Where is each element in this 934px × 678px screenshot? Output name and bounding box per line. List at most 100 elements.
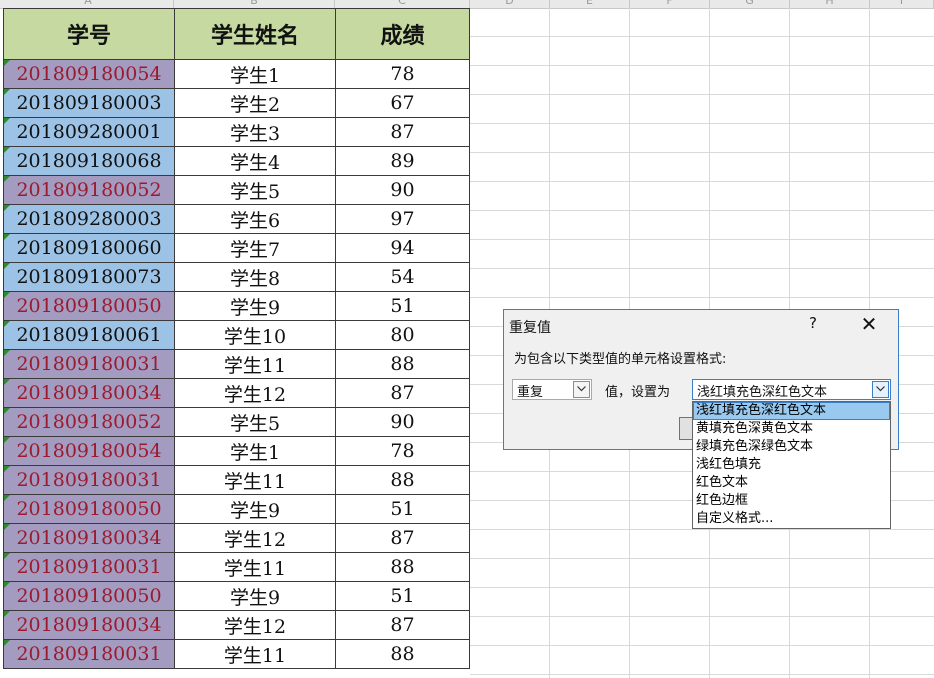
student-name-cell[interactable]: 学生12 (174, 523, 336, 553)
table-row: 201809180054 学生1 78 (3, 436, 470, 466)
student-name-cell[interactable]: 学生6 (174, 204, 336, 234)
score-cell[interactable]: 87 (335, 378, 470, 408)
student-id-cell[interactable]: 201809180061 (3, 320, 175, 350)
student-name-cell[interactable]: 学生11 (174, 465, 336, 495)
student-name-cell[interactable]: 学生5 (174, 175, 336, 205)
header-cell-student-name[interactable]: 学生姓名 (174, 8, 336, 60)
header-cell-score[interactable]: 成绩 (335, 8, 470, 60)
score-cell[interactable]: 88 (335, 349, 470, 379)
score-cell[interactable]: 51 (335, 291, 470, 321)
student-id-cell[interactable]: 201809180052 (3, 175, 175, 205)
student-id-cell[interactable]: 201809180060 (3, 233, 175, 263)
column-header-h[interactable]: H (790, 0, 870, 8)
score-cell[interactable]: 87 (335, 117, 470, 147)
column-header-f[interactable]: F (630, 0, 710, 8)
student-name-cell[interactable]: 学生9 (174, 494, 336, 524)
student-id-cell[interactable]: 201809180050 (3, 291, 175, 321)
chevron-down-icon[interactable] (872, 381, 889, 398)
score-cell[interactable]: 90 (335, 407, 470, 437)
table-row: 201809180061 学生10 80 (3, 320, 470, 350)
student-name-cell[interactable]: 学生9 (174, 291, 336, 321)
score-cell[interactable]: 78 (335, 436, 470, 466)
student-id-cell[interactable]: 201809280003 (3, 204, 175, 234)
student-id-cell[interactable]: 201809180031 (3, 465, 175, 495)
score-cell[interactable]: 88 (335, 552, 470, 582)
score-cell[interactable]: 87 (335, 523, 470, 553)
format-option[interactable]: 红色边框 (693, 492, 890, 510)
student-id-cell[interactable]: 201809180003 (3, 88, 175, 118)
student-name-cell[interactable]: 学生11 (174, 552, 336, 582)
header-cell-student-id[interactable]: 学号 (3, 8, 175, 60)
student-id-cell[interactable]: 201809180031 (3, 552, 175, 582)
student-name-cell[interactable]: 学生1 (174, 59, 336, 89)
score-cell[interactable]: 80 (335, 320, 470, 350)
student-name-cell[interactable]: 学生4 (174, 146, 336, 176)
student-id-cell[interactable]: 201809280001 (3, 117, 175, 147)
student-name-cell[interactable]: 学生10 (174, 320, 336, 350)
table-row: 201809180052 学生5 90 (3, 407, 470, 437)
column-header-a[interactable]: A (3, 0, 174, 8)
close-icon[interactable]: ✕ (849, 312, 889, 336)
student-name-cell[interactable]: 学生3 (174, 117, 336, 147)
score-cell[interactable]: 90 (335, 175, 470, 205)
format-options-list: 浅红填充色深红色文本 黄填充色深黄色文本 绿填充色深绿色文本 浅红色填充 红色文本 红色边… (692, 401, 891, 529)
column-header-g[interactable]: G (710, 0, 790, 8)
score-cell[interactable]: 88 (335, 639, 470, 669)
score-cell[interactable]: 51 (335, 494, 470, 524)
score-cell[interactable]: 87 (335, 610, 470, 640)
chevron-down-icon[interactable] (573, 381, 590, 398)
column-header-e[interactable]: E (550, 0, 630, 8)
score-cell[interactable]: 89 (335, 146, 470, 176)
score-cell[interactable]: 94 (335, 233, 470, 263)
column-header-d[interactable]: D (470, 0, 550, 8)
student-name-cell[interactable]: 学生1 (174, 436, 336, 466)
student-name-cell[interactable]: 学生7 (174, 233, 336, 263)
student-name-cell[interactable]: 学生9 (174, 581, 336, 611)
score-cell[interactable]: 97 (335, 204, 470, 234)
student-id-cell[interactable]: 201809180052 (3, 407, 175, 437)
column-letter: A (84, 0, 92, 7)
dialog-title: 重复值 (509, 320, 551, 336)
help-icon[interactable]: ? (806, 314, 820, 334)
student-name-cell[interactable]: 学生12 (174, 610, 336, 640)
header-row: 学号 学生姓名 成绩 (3, 8, 470, 60)
table-row: 201809180031 学生11 88 (3, 639, 470, 669)
student-id-cell[interactable]: 201809180031 (3, 639, 175, 669)
score-cell[interactable]: 51 (335, 581, 470, 611)
ok-button[interactable] (679, 417, 693, 440)
format-option[interactable]: 红色文本 (693, 474, 890, 492)
column-header-b[interactable]: B (174, 0, 335, 8)
student-id-cell[interactable]: 201809180054 (3, 59, 175, 89)
format-select[interactable]: 浅红填充色深红色文本 (692, 379, 891, 400)
student-id-cell[interactable]: 201809180031 (3, 349, 175, 379)
student-id-cell[interactable]: 201809180073 (3, 262, 175, 292)
student-id-cell[interactable]: 201809180068 (3, 146, 175, 176)
format-option[interactable]: 绿填充色深绿色文本 (693, 438, 890, 456)
format-option[interactable]: 浅红色填充 (693, 456, 890, 474)
student-name-cell[interactable]: 学生5 (174, 407, 336, 437)
student-name-cell[interactable]: 学生11 (174, 639, 336, 669)
student-name-cell[interactable]: 学生2 (174, 88, 336, 118)
score-cell[interactable]: 54 (335, 262, 470, 292)
score-cell[interactable]: 78 (335, 59, 470, 89)
value-type-select[interactable]: 重复 (512, 379, 592, 400)
student-id-cell[interactable]: 201809180054 (3, 436, 175, 466)
student-id-cell[interactable]: 201809180034 (3, 610, 175, 640)
column-letter: B (250, 0, 258, 7)
student-name-cell[interactable]: 学生11 (174, 349, 336, 379)
column-header-i[interactable]: I (870, 0, 934, 8)
student-id-cell[interactable]: 201809180034 (3, 523, 175, 553)
format-option[interactable]: 黄填充色深黄色文本 (693, 420, 890, 438)
student-id-cell[interactable]: 201809180050 (3, 581, 175, 611)
student-id-cell[interactable]: 201809180034 (3, 378, 175, 408)
student-id-cell[interactable]: 201809180050 (3, 494, 175, 524)
table-row: 201809280001 学生3 87 (3, 117, 470, 147)
format-option[interactable]: 自定义格式... (693, 510, 890, 528)
score-cell[interactable]: 67 (335, 88, 470, 118)
student-name-cell[interactable]: 学生12 (174, 378, 336, 408)
score-cell[interactable]: 88 (335, 465, 470, 495)
column-letter: I (899, 0, 904, 7)
student-name-cell[interactable]: 学生8 (174, 262, 336, 292)
format-option[interactable]: 浅红填充色深红色文本 (693, 402, 890, 420)
column-header-c[interactable]: C (335, 0, 470, 8)
